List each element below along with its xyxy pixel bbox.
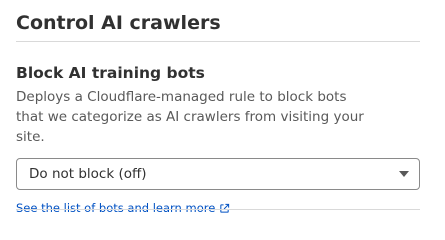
bots-list-link[interactable]: See the list of bots and learn more xyxy=(16,201,230,215)
section-title: Control AI crawlers xyxy=(16,12,221,34)
setting-description: Deploys a Cloudflare-managed rule to blo… xyxy=(16,89,364,145)
bots-list-link-label: See the list of bots and learn more xyxy=(16,201,216,215)
setting-title: Block AI training bots xyxy=(16,64,205,82)
select-value: Do not block (off) xyxy=(29,166,147,182)
block-mode-select[interactable]: Do not block (off) xyxy=(16,158,420,190)
bottom-divider xyxy=(16,209,420,210)
external-link-icon xyxy=(220,203,230,213)
ai-crawlers-panel: Control AI crawlers Block AI training bo… xyxy=(16,0,420,216)
section-divider xyxy=(16,41,420,42)
chevron-down-icon xyxy=(399,171,409,177)
